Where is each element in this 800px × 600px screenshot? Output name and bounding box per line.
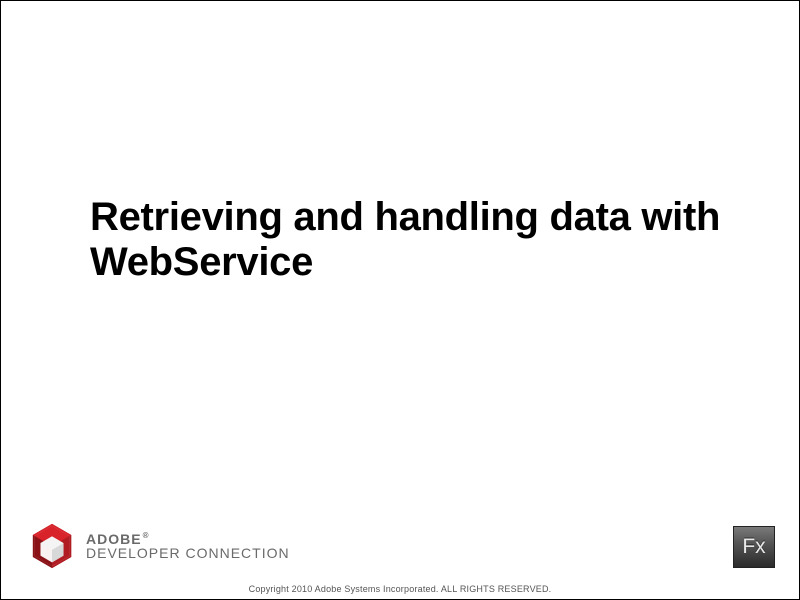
brand-line-1: ADOBE® xyxy=(86,532,290,546)
flex-badge-icon: Fx xyxy=(733,526,775,568)
slide-footer: ADOBE® DEVELOPER CONNECTION Fx Copyright… xyxy=(0,505,800,600)
copyright-text: Copyright 2010 Adobe Systems Incorporate… xyxy=(0,584,800,594)
registered-mark: ® xyxy=(143,531,150,540)
brand-line-2: DEVELOPER CONNECTION xyxy=(86,546,290,560)
adobe-logo-icon xyxy=(28,522,76,570)
adobe-brand-block: ADOBE® DEVELOPER CONNECTION xyxy=(28,522,290,570)
slide-title: Retrieving and handling data with WebSer… xyxy=(90,195,740,285)
adobe-brand-text: ADOBE® DEVELOPER CONNECTION xyxy=(86,532,290,561)
